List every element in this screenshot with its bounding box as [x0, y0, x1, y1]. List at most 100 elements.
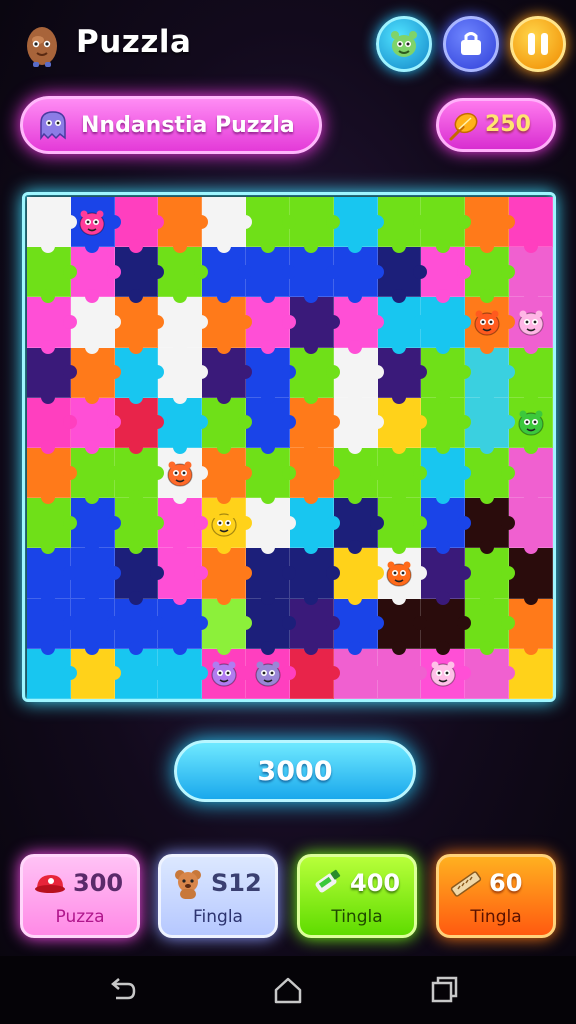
puzzle-tile[interactable] [377, 247, 428, 304]
recent-apps-icon[interactable] [424, 970, 464, 1010]
item-card-fingla[interactable]: S12 Fingla [158, 854, 278, 938]
pause-button[interactable] [510, 16, 566, 72]
puzzle-tile[interactable] [70, 448, 121, 505]
item-card-ruler[interactable]: 60 Tingla [436, 854, 556, 938]
puzzle-tile[interactable] [509, 448, 553, 505]
puzzle-tile[interactable] [421, 397, 472, 455]
puzzle-tile[interactable] [465, 648, 515, 699]
puzzle-tile[interactable] [465, 498, 515, 555]
puzzle-tile[interactable] [70, 598, 121, 656]
puzzle-tile[interactable] [202, 548, 252, 605]
puzzle-tile[interactable] [158, 347, 209, 405]
puzzle-tile[interactable] [246, 197, 296, 254]
puzzle-tile[interactable] [114, 498, 165, 555]
coin-counter[interactable]: 250 [436, 98, 556, 152]
puzzle-tile[interactable] [246, 598, 296, 656]
puzzle-tile[interactable] [509, 397, 553, 455]
puzzle-tile[interactable] [70, 247, 121, 304]
puzzle-tile[interactable] [158, 247, 209, 304]
puzzle-tile[interactable] [333, 247, 384, 304]
home-icon[interactable] [268, 970, 308, 1010]
puzzle-tile[interactable] [509, 548, 553, 605]
puzzle-tile[interactable] [202, 448, 252, 505]
puzzle-tile[interactable] [289, 297, 340, 354]
puzzle-tile[interactable] [27, 197, 77, 254]
puzzle-tile[interactable] [202, 247, 252, 304]
puzzle-tile[interactable] [509, 197, 553, 254]
back-arrow-icon[interactable] [102, 970, 142, 1010]
puzzle-tile[interactable] [421, 297, 472, 354]
puzzle-tile[interactable] [202, 598, 252, 656]
puzzle-tile[interactable] [377, 548, 428, 605]
puzzle-tile[interactable] [421, 347, 472, 405]
puzzle-tile[interactable] [421, 197, 472, 254]
puzzle-tile[interactable] [246, 247, 296, 304]
puzzle-tile[interactable] [246, 648, 296, 699]
puzzle-tile[interactable] [509, 297, 553, 354]
puzzle-tile[interactable] [246, 548, 296, 605]
puzzle-tile[interactable] [246, 448, 296, 505]
puzzle-tile[interactable] [27, 397, 77, 455]
puzzle-tile[interactable] [289, 548, 340, 605]
puzzle-tile[interactable] [289, 448, 340, 505]
puzzle-tile[interactable] [289, 347, 340, 405]
puzzle-tile[interactable] [377, 448, 428, 505]
puzzle-tile[interactable] [27, 598, 77, 656]
puzzle-tile[interactable] [377, 648, 428, 699]
puzzle-tile[interactable] [158, 397, 209, 455]
puzzle-tile[interactable] [70, 498, 121, 555]
puzzle-tile[interactable] [289, 598, 340, 656]
puzzle-tile[interactable] [202, 197, 252, 254]
puzzle-tile[interactable] [114, 548, 165, 605]
puzzle-tile[interactable] [421, 247, 472, 304]
puzzle-tile[interactable] [333, 598, 384, 656]
puzzle-tile[interactable] [509, 598, 553, 656]
puzzle-tile[interactable] [70, 648, 121, 699]
puzzle-tile[interactable] [333, 648, 384, 699]
puzzle-tile[interactable] [27, 498, 77, 555]
puzzle-tile[interactable] [246, 397, 296, 455]
puzzle-tile[interactable] [27, 347, 77, 405]
puzzle-tile[interactable] [202, 498, 252, 555]
puzzle-tile[interactable] [421, 648, 472, 699]
puzzle-tile[interactable] [377, 197, 428, 254]
puzzle-tile[interactable] [465, 347, 515, 405]
puzzle-tile[interactable] [202, 347, 252, 405]
puzzle-tile[interactable] [70, 197, 121, 254]
character-button[interactable] [376, 16, 432, 72]
puzzle-tile[interactable] [289, 397, 340, 455]
puzzle-tile[interactable] [421, 498, 472, 555]
puzzle-tile[interactable] [333, 297, 384, 354]
puzzle-tile[interactable] [114, 197, 165, 254]
puzzle-tile[interactable] [333, 448, 384, 505]
puzzle-tile[interactable] [246, 297, 296, 354]
puzzle-tile[interactable] [158, 197, 209, 254]
puzzle-tile[interactable] [377, 397, 428, 455]
puzzle-tile[interactable] [465, 197, 515, 254]
puzzle-tile[interactable] [158, 297, 209, 354]
puzzle-tile[interactable] [158, 448, 209, 505]
puzzle-tile[interactable] [158, 598, 209, 656]
puzzle-tile[interactable] [27, 297, 77, 354]
item-card-puzza[interactable]: 300 Puzza [20, 854, 140, 938]
puzzle-tile[interactable] [70, 548, 121, 605]
puzzle-tile[interactable] [377, 347, 428, 405]
puzzle-tile[interactable] [289, 648, 340, 699]
puzzle-tile[interactable] [202, 648, 252, 699]
puzzle-tile[interactable] [114, 297, 165, 354]
puzzle-tile[interactable] [114, 448, 165, 505]
puzzle-tile[interactable] [289, 197, 340, 254]
puzzle-tile[interactable] [202, 297, 252, 354]
puzzle-tile[interactable] [333, 197, 384, 254]
puzzle-tile[interactable] [465, 548, 515, 605]
puzzle-tile[interactable] [509, 498, 553, 555]
puzzle-tile[interactable] [465, 247, 515, 304]
puzzle-tile[interactable] [27, 548, 77, 605]
puzzle-name-pill[interactable]: Nndanstia Puzzla [20, 96, 322, 154]
puzzle-tile[interactable] [158, 548, 209, 605]
puzzle-tile[interactable] [377, 598, 428, 656]
puzzle-tile[interactable] [289, 498, 340, 555]
puzzle-tile[interactable] [377, 297, 428, 354]
puzzle-tile[interactable] [377, 498, 428, 555]
puzzle-tile[interactable] [333, 498, 384, 555]
